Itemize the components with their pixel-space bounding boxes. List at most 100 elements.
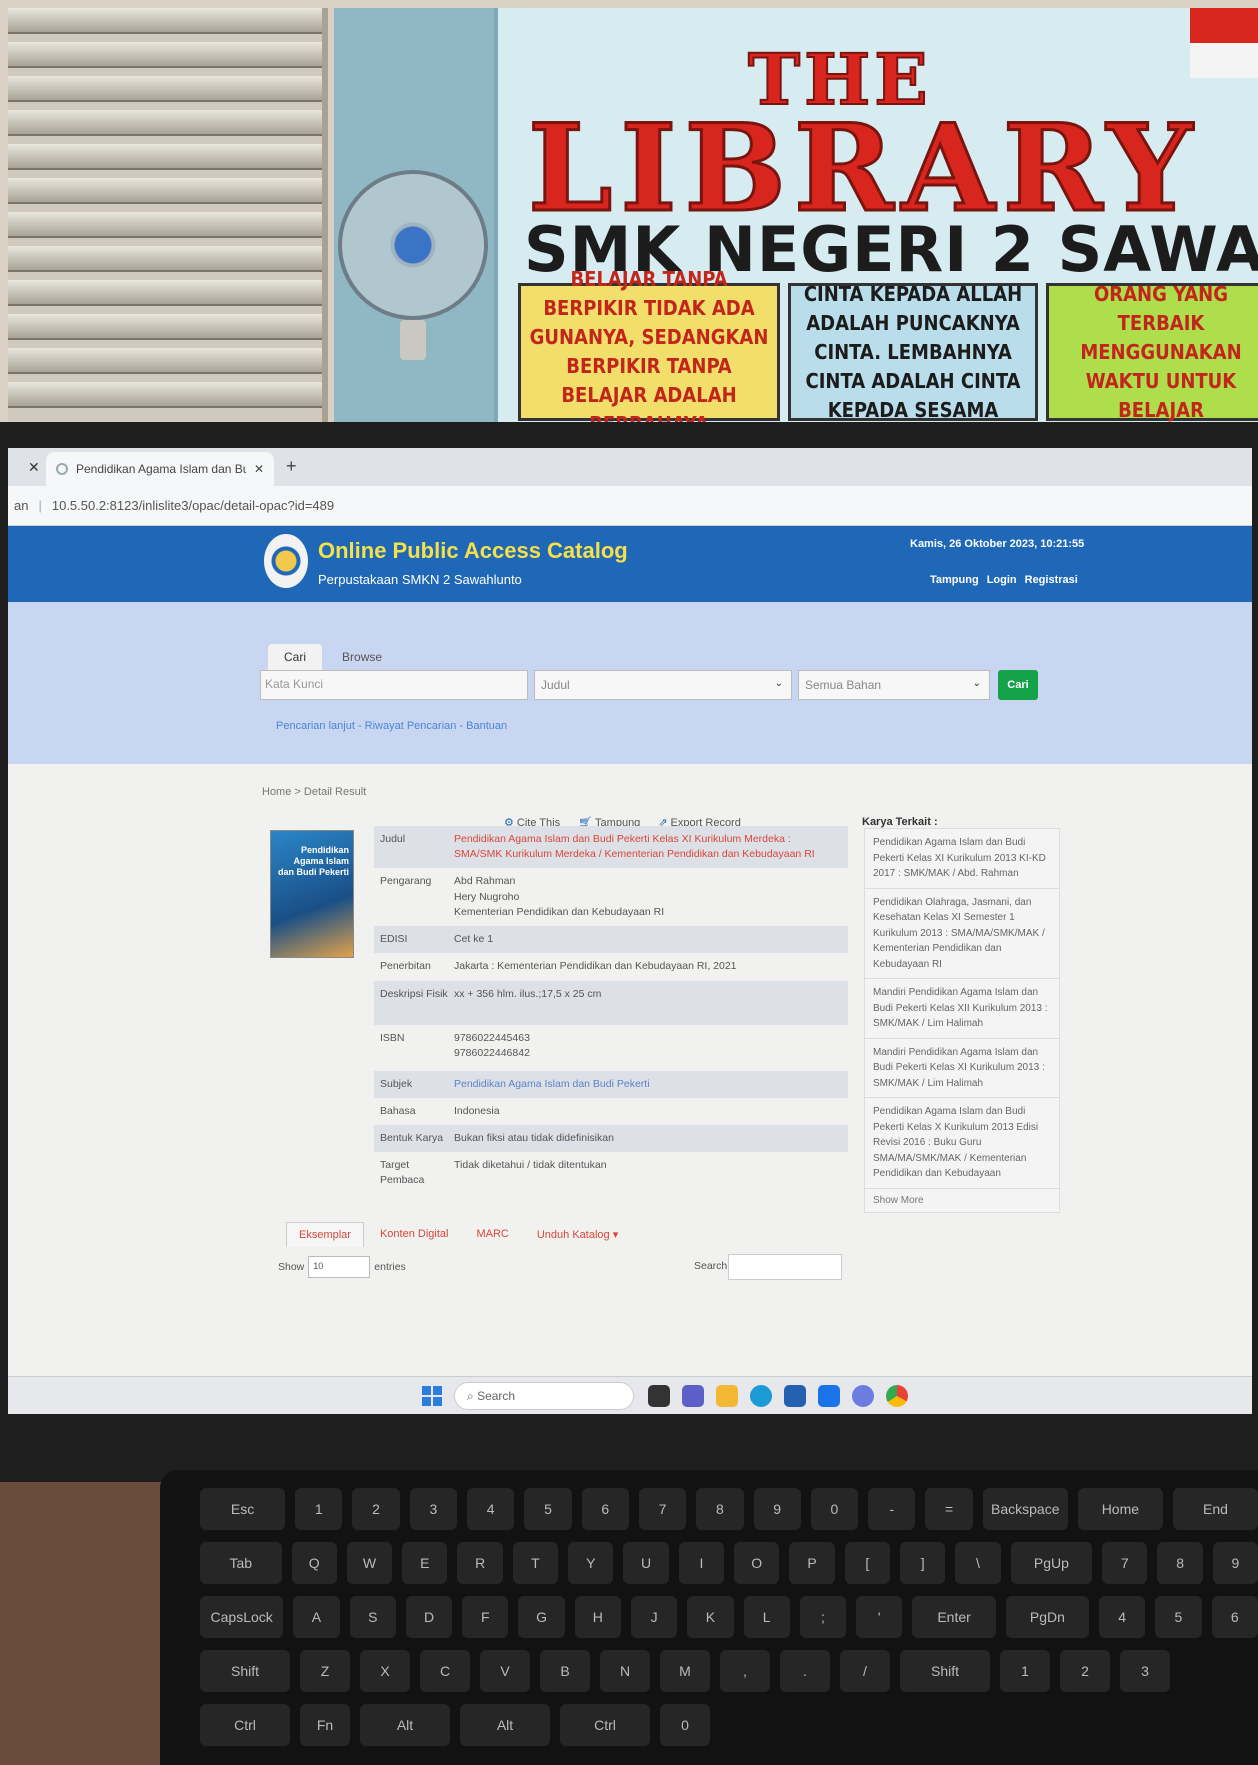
windows-start-icon[interactable]	[422, 1386, 442, 1406]
keyboard-key: Enter	[912, 1596, 996, 1638]
keyboard-key: Alt	[460, 1704, 550, 1746]
keyboard-key: =	[925, 1488, 973, 1530]
app-l-icon[interactable]	[818, 1385, 840, 1407]
list-item[interactable]: Pendidikan Agama Islam dan Budi Pekerti …	[865, 829, 1059, 889]
search-icon: ⌕	[467, 1389, 478, 1403]
chrome-icon[interactable]	[886, 1385, 908, 1407]
keyboard-key: E	[402, 1542, 448, 1584]
task-view-icon[interactable]	[648, 1385, 670, 1407]
keyboard-key: X	[360, 1650, 410, 1692]
row-label: Target Pembaca	[380, 1159, 425, 1187]
keyboard-key: C	[420, 1650, 470, 1692]
teams-icon[interactable]	[682, 1385, 704, 1407]
keyboard-key: L	[743, 1596, 790, 1638]
keyboard-key: H	[574, 1596, 621, 1638]
search-button[interactable]: Cari	[998, 670, 1038, 700]
close-icon[interactable]: ✕	[254, 462, 264, 476]
site-header: Online Public Access Catalog Perpustakaa…	[8, 526, 1252, 602]
keyboard-key: 2	[1060, 1650, 1110, 1692]
list-item[interactable]: Mandiri Pendidikan Agama Islam dan Budi …	[865, 979, 1059, 1039]
header-links: Tampung Login Registrasi	[930, 574, 1078, 586]
keyboard-key: 7	[638, 1488, 687, 1530]
wall-fan	[338, 170, 488, 370]
row-value: Bukan fiksi atau tidak didefinisikan	[454, 1131, 614, 1144]
row-label: Pengarang	[380, 875, 432, 888]
login-link[interactable]: Login	[987, 574, 1017, 586]
taskbar-search[interactable]: ⌕ Search	[454, 1382, 634, 1410]
keyboard-key: 9	[753, 1488, 801, 1530]
tab-cari[interactable]: Cari	[268, 644, 323, 670]
quote-1: BELAJAR TANPA BERPIKIR TIDAK ADA GUNANYA…	[518, 267, 780, 428]
keyboard-key: 0	[810, 1488, 859, 1530]
entries-select-value: 10	[313, 1261, 324, 1271]
store-icon[interactable]	[784, 1385, 806, 1407]
keyboard-key: U	[623, 1542, 669, 1584]
table-search-input[interactable]	[728, 1254, 842, 1280]
keyboard-key: 7	[1102, 1542, 1148, 1584]
material-select[interactable]: Semua Bahan ⌄	[798, 670, 990, 700]
breadcrumb[interactable]: Home > Detail Result	[262, 786, 366, 798]
keyboard-key: 6	[581, 1488, 629, 1530]
tab-browse[interactable]: Browse	[326, 644, 398, 670]
close-icon[interactable]: ✕	[28, 459, 40, 476]
list-item[interactable]: Pendidikan Agama Islam dan Budi Pekerti …	[865, 1098, 1059, 1189]
keyboard-key: W	[346, 1542, 393, 1584]
tampung-link[interactable]: Tampung	[930, 574, 979, 586]
keyboard: Esc 1 2 3 4 5 6 7 8 9 0- = Backspace Home End Tab Q W E R T…	[160, 1470, 1258, 1765]
tab-eksemplar[interactable]: Eksemplar	[286, 1222, 364, 1247]
keyboard-key: 1	[1000, 1650, 1050, 1692]
address-bar[interactable]: an | 10.5.50.2:8123/inlislite3/opac/deta…	[8, 486, 1252, 526]
row-label: Bentuk Karya	[380, 1131, 444, 1144]
registrasi-link[interactable]: Registrasi	[1025, 574, 1078, 586]
keyboard-key: N	[600, 1650, 650, 1692]
keyboard-key: 8	[1157, 1542, 1203, 1584]
keyboard-key: Esc	[200, 1488, 286, 1530]
site-title[interactable]: Online Public Access Catalog	[318, 538, 628, 564]
table-row: Subjek Pendidikan Agama Islam dan Budi P…	[374, 1070, 848, 1098]
tab-unduh-katalog[interactable]: Unduh Katalog ▾	[525, 1222, 630, 1247]
field-select[interactable]: Judul ⌄	[534, 670, 792, 700]
library-banner: THE LIBRARY SMK NEGERI 2 SAWAHLUNTO BELA…	[494, 8, 1258, 428]
tab-marc[interactable]: MARC	[464, 1222, 520, 1247]
entries-select[interactable]: 10	[308, 1256, 371, 1278]
url-separator: |	[38, 498, 42, 513]
windows-taskbar: ⌕ Search	[8, 1376, 1252, 1414]
header-datetime: Kamis, 26 Oktober 2023, 10:21:55	[910, 538, 1085, 550]
keyboard-key: Shift	[200, 1650, 290, 1692]
keyword-input[interactable]: Kata Kunci	[260, 670, 528, 700]
book-cover: Pendidikan Agama Islam dan Budi Pekerti	[270, 830, 354, 958]
keyboard-key: G	[518, 1596, 565, 1638]
url-text[interactable]: 10.5.50.2:8123/inlislite3/opac/detail-op…	[52, 498, 334, 513]
show-more-link[interactable]: Show More	[865, 1189, 1059, 1212]
keyboard-key: 4	[467, 1488, 515, 1530]
row-value[interactable]: Pendidikan Agama Islam dan Budi Pekerti …	[454, 832, 842, 862]
keyboard-key: Home	[1077, 1488, 1163, 1530]
keyboard-key: A	[293, 1596, 340, 1638]
row-value: Cet ke 1	[454, 933, 494, 946]
app-a-icon[interactable]	[852, 1385, 874, 1407]
keyboard-key: 0	[660, 1704, 710, 1746]
tab-konten-digital[interactable]: Konten Digital	[368, 1222, 461, 1247]
browser-tab[interactable]: Pendidikan Agama Islam dan Budi ✕	[46, 452, 274, 486]
list-item[interactable]: Mandiri Pendidikan Agama Islam dan Budi …	[865, 1039, 1059, 1098]
keyboard-key: Shift	[900, 1650, 990, 1692]
table-search-label: Search:	[694, 1260, 731, 1272]
keyboard-key: \	[955, 1542, 1001, 1584]
quote-3: ORANG YANG TERBAIK MENGGUNAKAN WAKTU UNT…	[1046, 282, 1258, 422]
keyboard-key: Tab	[200, 1542, 282, 1584]
row-value: xx + 356 hlm. ilus.;17,5 x 25 cm	[454, 987, 602, 1000]
list-item[interactable]: Pendidikan Olahraga, Jasmani, dan Keseha…	[865, 889, 1059, 979]
keyboard-key: 4	[1099, 1596, 1146, 1638]
edge-icon[interactable]	[750, 1385, 772, 1407]
row-value[interactable]: Pendidikan Agama Islam dan Budi Pekerti	[454, 1077, 650, 1092]
keyboard-key: B	[540, 1650, 590, 1692]
table-row: Penerbitan Jakarta : Kementerian Pendidi…	[374, 953, 848, 980]
keyboard-key: ,	[720, 1650, 770, 1692]
favicon-icon	[56, 463, 68, 475]
file-explorer-icon[interactable]	[716, 1385, 738, 1407]
row-label: Subjek	[380, 1077, 413, 1090]
keyboard-key: '	[856, 1596, 903, 1638]
row-label: ISBN	[380, 1031, 405, 1044]
advanced-search-links[interactable]: Pencarian lanjut - Riwayat Pencarian - B…	[276, 720, 507, 732]
new-tab-icon[interactable]: +	[286, 456, 297, 477]
